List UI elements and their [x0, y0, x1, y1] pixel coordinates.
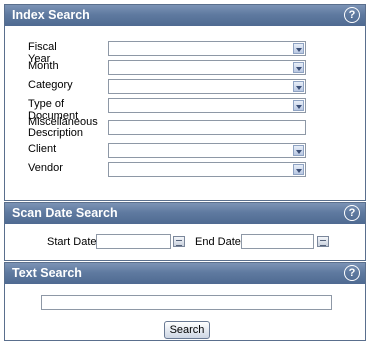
client-select[interactable]: [108, 143, 306, 158]
search-button[interactable]: Search: [164, 321, 210, 339]
chevron-down-icon: [293, 145, 304, 156]
chevron-down-icon: [293, 164, 304, 175]
start-date-input[interactable]: [96, 234, 171, 249]
chevron-down-icon: [293, 81, 304, 92]
chevron-down-icon: [293, 62, 304, 73]
misc-description-input[interactable]: [108, 120, 306, 135]
index-search-header: Index Search ?: [5, 5, 365, 26]
document-type-select[interactable]: [108, 98, 306, 113]
vendor-select[interactable]: [108, 162, 306, 177]
month-select[interactable]: [108, 60, 306, 75]
end-date-label: End Date: [195, 236, 241, 248]
category-label: Category: [28, 79, 73, 91]
client-label: Client: [28, 143, 57, 155]
category-select[interactable]: [108, 79, 306, 94]
month-label: Month: [28, 60, 59, 72]
text-search-header: Text Search ?: [5, 263, 365, 284]
scan-date-title: Scan Date Search: [12, 206, 118, 220]
scan-date-help-icon[interactable]: ?: [344, 205, 360, 221]
fiscal-year-select[interactable]: [108, 41, 306, 56]
scan-date-header: Scan Date Search ?: [5, 203, 365, 224]
text-search-title: Text Search: [12, 266, 82, 280]
scan-date-panel: Scan Date Search ?: [4, 202, 366, 261]
vendor-label: Vendor: [28, 162, 63, 174]
chevron-down-icon: [293, 100, 304, 111]
calendar-icon[interactable]: [317, 236, 329, 247]
end-date-input[interactable]: [241, 234, 314, 249]
index-search-title: Index Search: [12, 8, 90, 22]
misc-description-label: Miscellaneous Description: [28, 116, 98, 139]
calendar-icon[interactable]: [173, 236, 185, 247]
text-search-help-icon[interactable]: ?: [344, 265, 360, 281]
text-search-input[interactable]: [41, 295, 332, 310]
chevron-down-icon: [293, 43, 304, 54]
index-search-help-icon[interactable]: ?: [344, 7, 360, 23]
start-date-label: Start Date: [47, 236, 97, 248]
